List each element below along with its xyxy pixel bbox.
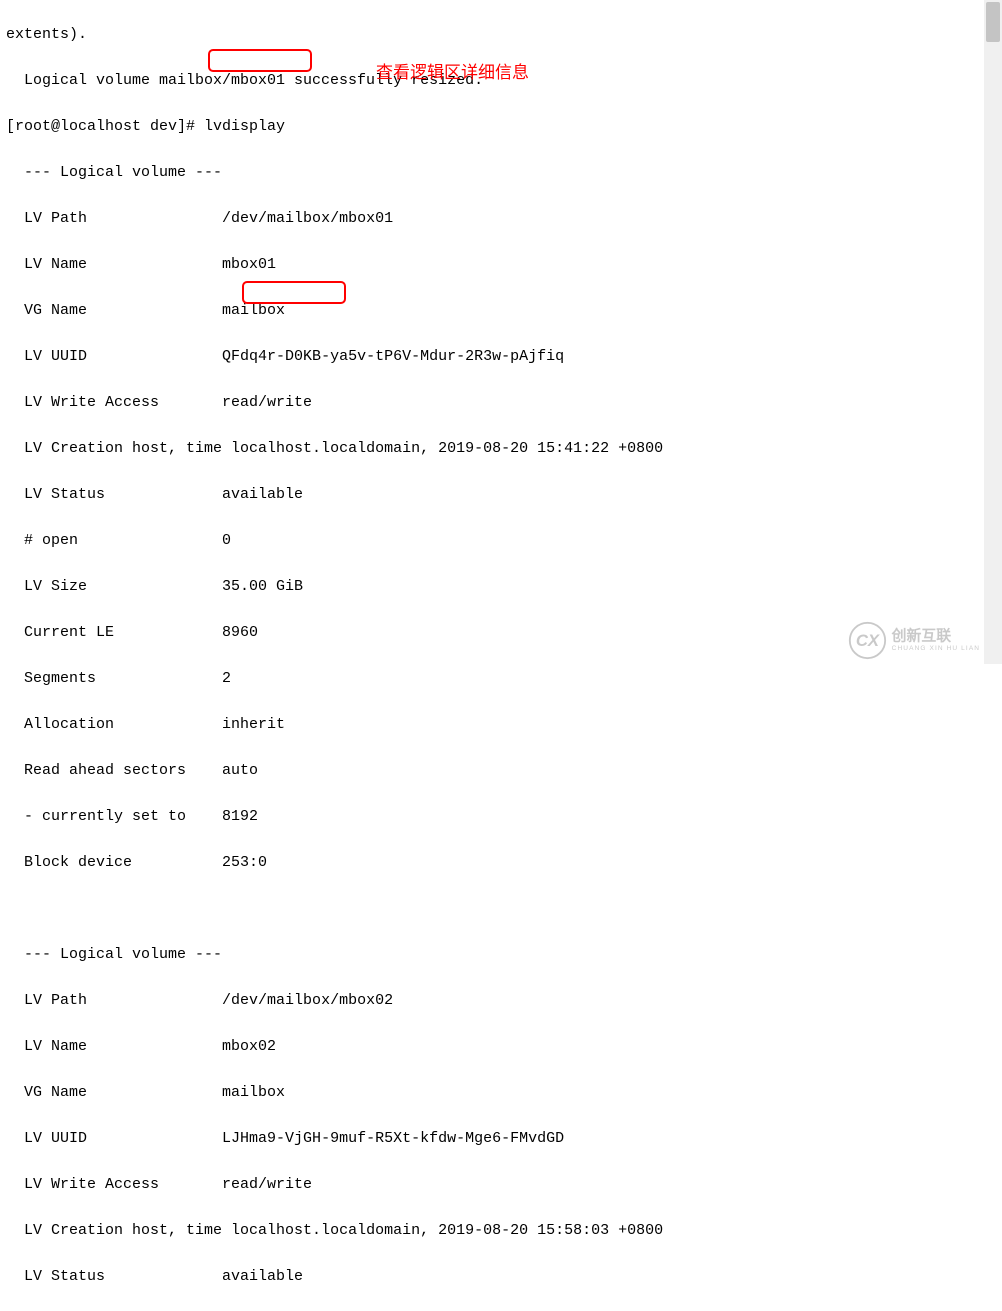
lv1-open: # open 0 [6, 529, 996, 552]
lv2-name: LV Name mbox02 [6, 1035, 996, 1058]
line-lv-header-1: --- Logical volume --- [6, 161, 996, 184]
lv1-cur: - currently set to 8192 [6, 805, 996, 828]
lv1-bdev: Block device 253:0 [6, 851, 996, 874]
lv2-status: LV Status available [6, 1265, 996, 1288]
watermark-py: CHUANG XIN HU LIAN [892, 645, 980, 652]
watermark: CX 创新互联 CHUANG XIN HU LIAN [849, 621, 980, 660]
lv2-creat: LV Creation host, time localhost.localdo… [6, 1219, 996, 1242]
lv1-seg: Segments 2 [6, 667, 996, 690]
lv1-size: LV Size 35.00 GiB [6, 575, 996, 598]
lv1-name: LV Name mbox01 [6, 253, 996, 276]
line-prompt: [root@localhost dev]# lvdisplay [6, 115, 996, 138]
scrollbar-thumb[interactable] [986, 2, 1000, 42]
lv1-path: LV Path /dev/mailbox/mbox01 [6, 207, 996, 230]
lv1-alloc: Allocation inherit [6, 713, 996, 736]
blank-line [6, 897, 996, 920]
scrollbar-vertical[interactable] [984, 0, 1002, 664]
lv2-path: LV Path /dev/mailbox/mbox02 [6, 989, 996, 1012]
watermark-logo-icon: CX [849, 622, 886, 659]
lv1-uuid: LV UUID QFdq4r-D0KB-ya5v-tP6V-Mdur-2R3w-… [6, 345, 996, 368]
lv2-access: LV Write Access read/write [6, 1173, 996, 1196]
lv1-status: LV Status available [6, 483, 996, 506]
lv1-access: LV Write Access read/write [6, 391, 996, 414]
watermark-cn: 创新互联 [892, 629, 980, 645]
lv1-creat: LV Creation host, time localhost.localdo… [6, 437, 996, 460]
line-lv-header-2: --- Logical volume --- [6, 943, 996, 966]
lv1-ahead: Read ahead sectors auto [6, 759, 996, 782]
lv2-vg: VG Name mailbox [6, 1081, 996, 1104]
annotation-text: 查看逻辑区详细信息 [376, 61, 529, 84]
lv2-uuid: LV UUID LJHma9-VjGH-9muf-R5Xt-kfdw-Mge6-… [6, 1127, 996, 1150]
line-extents: extents). [6, 23, 996, 46]
lv1-le: Current LE 8960 [6, 621, 996, 644]
lv1-vg: VG Name mailbox [6, 299, 996, 322]
